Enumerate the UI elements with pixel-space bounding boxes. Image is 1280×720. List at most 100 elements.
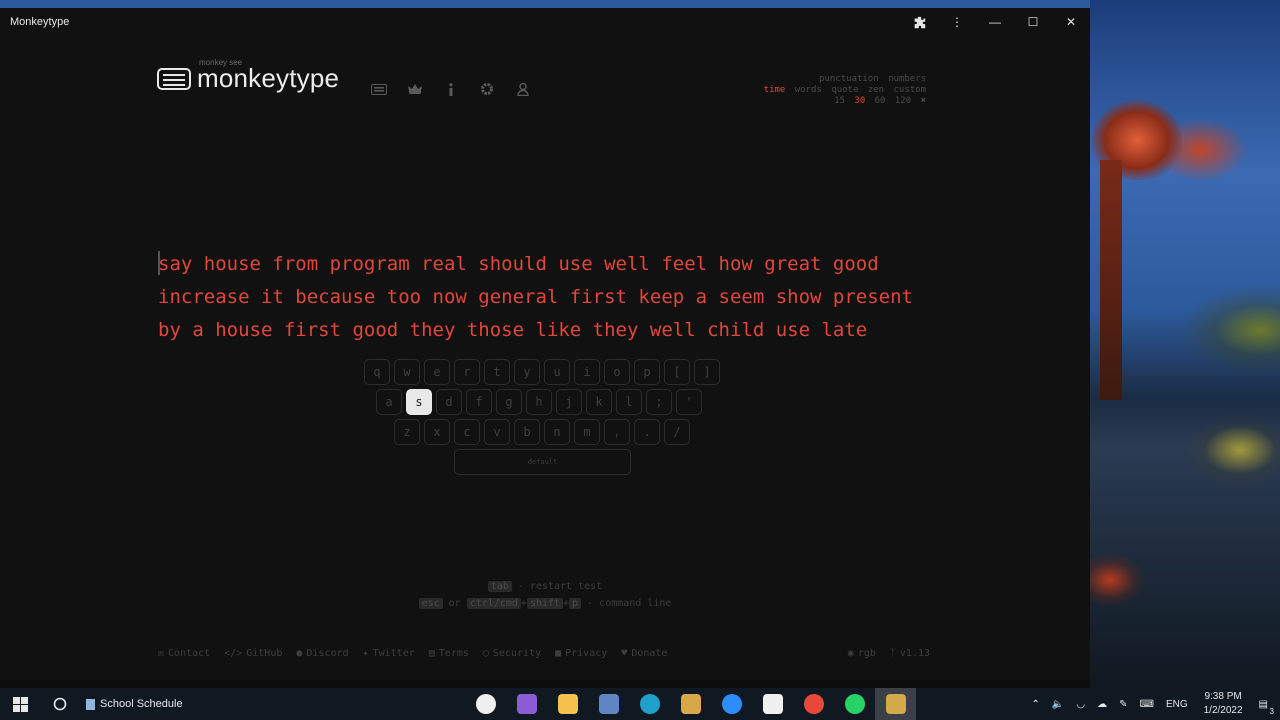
config-mode-time[interactable]: time: [764, 85, 786, 95]
footer-link-security[interactable]: ◯ Security: [483, 648, 541, 659]
clock-time: 9:38 PM: [1204, 691, 1242, 702]
chevron-up-icon[interactable]: ⌃: [1026, 699, 1046, 710]
key: m: [574, 419, 600, 445]
language-indicator[interactable]: ENG: [1160, 699, 1194, 710]
pen-icon[interactable]: ✎: [1113, 699, 1133, 710]
logo-subtitle: monkey see: [199, 58, 243, 67]
footer-link-label: Twitter: [372, 648, 415, 659]
config-punctuation[interactable]: punctuation: [819, 74, 879, 84]
discord-icon: ●: [296, 648, 303, 659]
key: b: [514, 419, 540, 445]
words-area[interactable]: say house from program real should use w…: [158, 248, 948, 347]
notification-center-icon[interactable]: ▤ 3: [1253, 699, 1280, 716]
user-icon[interactable]: [514, 80, 532, 98]
branch-icon: ᛉ: [889, 648, 896, 659]
wifi-icon[interactable]: ◡: [1070, 699, 1091, 710]
acrobat-icon[interactable]: [752, 688, 793, 720]
footer-link-label: Discord: [306, 648, 349, 659]
footer-link-label: Security: [492, 648, 542, 659]
key: v: [484, 419, 510, 445]
keymap: q w e r t y u i o p [ ] a s d f g h j k …: [364, 359, 720, 475]
edge-icon[interactable]: [629, 688, 670, 720]
shift-key-hint: shift: [526, 598, 564, 609]
custom-time-icon[interactable]: ✖: [921, 96, 926, 106]
tab-key-hint: tab: [487, 581, 512, 592]
desktop-top-strip: [0, 0, 1280, 8]
config-time-15[interactable]: 15: [834, 96, 845, 106]
key: [: [664, 359, 690, 385]
calculator-icon[interactable]: [588, 688, 629, 720]
key: a: [376, 389, 402, 415]
command-hint-text: - command line: [587, 598, 672, 609]
taskbar: School Schedule ⌃ 🔈 ◡ ☁ ✎ ⌨ ENG 9:38 PM …: [0, 688, 1280, 720]
config-row-time: 15 30 60 120 ✖: [760, 96, 926, 107]
esc-key-hint: esc: [418, 598, 443, 609]
file-explorer-icon[interactable]: [547, 688, 588, 720]
or-text: or: [448, 598, 461, 609]
visual-studio-icon[interactable]: [506, 688, 547, 720]
extensions-icon[interactable]: [900, 8, 938, 36]
minimize-button[interactable]: —: [976, 8, 1014, 36]
monkeytype-app-icon[interactable]: [875, 688, 916, 720]
keyboard-icon[interactable]: [370, 80, 388, 98]
key-active: s: [406, 389, 432, 415]
settings-icon[interactable]: [478, 80, 496, 98]
restart-hint-text: - restart test: [517, 581, 603, 592]
hint-command-line: esc or ctrl/cmd + shift + p - command line: [0, 598, 1090, 609]
words-line: say house from program real should use w…: [158, 248, 948, 281]
clock-app-icon[interactable]: [465, 688, 506, 720]
key: x: [424, 419, 450, 445]
config-time-60[interactable]: 60: [875, 96, 886, 106]
more-menu-icon[interactable]: ⋮: [938, 8, 976, 36]
config-time-30[interactable]: 30: [854, 96, 865, 106]
whatsapp-icon[interactable]: [834, 688, 875, 720]
hint-restart: tab - restart test: [0, 581, 1090, 592]
key: t: [484, 359, 510, 385]
clock[interactable]: 9:38 PM 1/2/2022: [1194, 690, 1253, 718]
config-mode-quote[interactable]: quote: [831, 85, 858, 95]
footer-link-contact[interactable]: ✉ Contact: [158, 648, 210, 659]
footer-link-label: Contact: [168, 648, 211, 659]
twitter-icon: ✦: [362, 648, 369, 659]
config-mode-custom[interactable]: custom: [893, 85, 926, 95]
cloud-icon[interactable]: ☁: [1091, 699, 1113, 710]
footer-link-terms[interactable]: ▤ Terms: [429, 648, 469, 659]
footer-link-privacy[interactable]: ■ Privacy: [555, 648, 607, 659]
close-button[interactable]: ✕: [1052, 8, 1090, 36]
info-icon[interactable]: [442, 80, 460, 98]
version-button[interactable]: ᛉ v1.13: [890, 648, 930, 659]
config-mode-zen[interactable]: zen: [868, 85, 884, 95]
search-circle-icon[interactable]: [40, 688, 80, 720]
key: ': [676, 389, 702, 415]
footer-link-twitter[interactable]: ✦ Twitter: [363, 648, 415, 659]
logo[interactable]: monkey see monkeytype: [157, 58, 339, 94]
config-time-120[interactable]: 120: [895, 96, 911, 106]
config-mode-words[interactable]: words: [795, 85, 822, 95]
theme-button[interactable]: ◉ rgb: [848, 648, 876, 659]
chrome-icon[interactable]: [793, 688, 834, 720]
config-numbers[interactable]: numbers: [888, 74, 926, 84]
volume-icon[interactable]: 🔈: [1046, 699, 1070, 710]
windows-start-icon[interactable]: [0, 688, 40, 720]
footer-link-discord[interactable]: ● Discord: [296, 648, 348, 659]
footer-link-github[interactable]: </> GitHub: [224, 648, 282, 659]
key: j: [556, 389, 582, 415]
crown-icon[interactable]: [406, 80, 424, 98]
maximize-button[interactable]: ☐: [1014, 8, 1052, 36]
caret: [158, 250, 160, 275]
config-row-modifiers: punctuation numbers: [760, 74, 926, 85]
keyboard-tray-icon[interactable]: ⌨: [1134, 699, 1160, 710]
key: h: [526, 389, 552, 415]
keymap-row-2: a s d f g h j k l ; ': [376, 389, 720, 415]
notification-count: 3: [1269, 706, 1274, 716]
footer-link-donate[interactable]: ♥ Donate: [621, 648, 667, 659]
word-icon[interactable]: [670, 688, 711, 720]
key-space: default: [454, 449, 631, 475]
key: k: [586, 389, 612, 415]
zoom-icon[interactable]: [711, 688, 752, 720]
test-config: punctuation numbers time words quote zen…: [760, 74, 926, 107]
active-window-tab[interactable]: School Schedule: [80, 688, 200, 720]
footer-link-label: Terms: [438, 648, 469, 659]
nav-icons: [370, 80, 532, 98]
clock-date: 1/2/2022: [1203, 705, 1243, 716]
